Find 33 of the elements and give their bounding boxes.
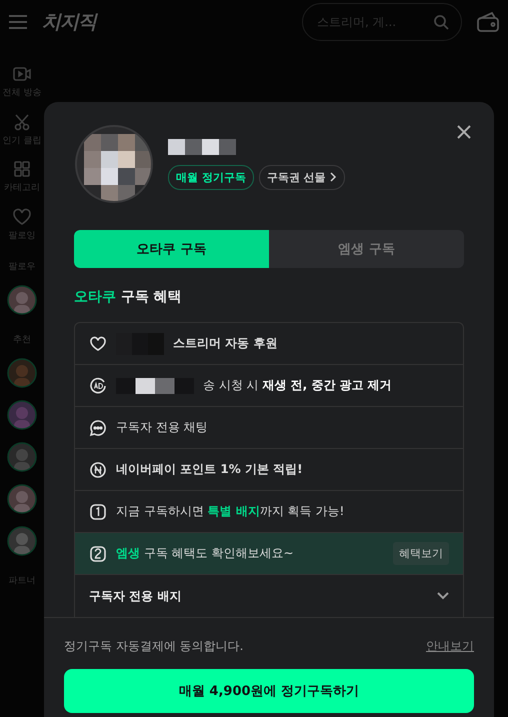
step-two-icon <box>89 544 107 562</box>
benefit-text: 네이버페이 포인트 1% 기본 적립! <box>116 461 303 478</box>
accordion-header[interactable]: 구독자 전용 배지 <box>75 575 463 617</box>
chevron-icon <box>328 172 337 182</box>
heart-icon <box>89 334 107 352</box>
subscribe-button[interactable]: 매월 4,900원에 정기구독하기 <box>64 669 474 713</box>
agreement-text: 정기구독 자동결제에 동의합니다. <box>64 638 244 655</box>
benefit-text: 구독자 전용 채팅 <box>116 419 208 436</box>
video-icon <box>12 64 32 84</box>
chevron-icon <box>437 592 449 600</box>
close-icon[interactable] <box>456 124 472 140</box>
search-icon[interactable] <box>433 14 449 30</box>
benefit-text: 엠생 구독 혜택도 확인해보세요~ <box>116 545 294 562</box>
tab[interactable]: 오타쿠 구독 <box>74 230 269 268</box>
step-one-icon <box>89 502 107 520</box>
wallet-icon[interactable] <box>476 11 500 33</box>
heart-icon <box>12 206 32 227</box>
tab[interactable]: 엠생 구독 <box>269 230 464 268</box>
info-link[interactable]: 안내보기 <box>426 638 474 655</box>
benefit-text: 송 시청 시 재생 전, 중간 광고 제거 <box>203 377 392 394</box>
benefit-text: 지금 구독하시면 특별 배지까지 획득 가능! <box>116 503 344 520</box>
menu-icon[interactable] <box>8 14 28 30</box>
benefit-text: 스트리머 자동 후원 <box>173 335 278 352</box>
subscription-tag: 매월 정기구독 <box>168 164 254 190</box>
logo[interactable]: 치지직 <box>42 9 96 35</box>
view-benefits-button[interactable]: 혜택보기 <box>393 542 449 565</box>
section-title: 오타쿠 구독 혜택 <box>74 288 183 306</box>
coin-icon <box>89 460 107 478</box>
gift-link[interactable]: 구독권 선물 <box>258 164 345 190</box>
chat-icon <box>89 418 107 436</box>
grid-icon <box>12 159 32 180</box>
ad-icon <box>89 376 107 394</box>
scissors-icon <box>12 112 32 132</box>
